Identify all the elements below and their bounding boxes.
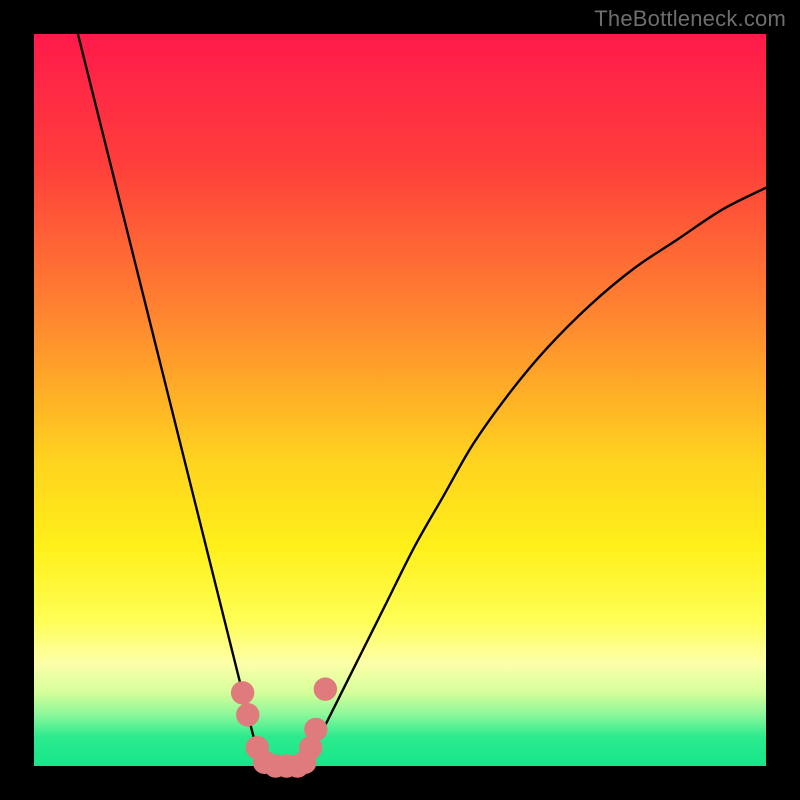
marker-group (231, 677, 337, 777)
left-curve (78, 34, 268, 766)
chart-svg (34, 34, 766, 766)
watermark-text: TheBottleneck.com (594, 6, 786, 32)
marker-dot (236, 703, 259, 726)
chart-frame: TheBottleneck.com (0, 0, 800, 800)
right-curve (305, 188, 766, 766)
marker-dot (314, 677, 337, 700)
marker-dot (304, 718, 327, 741)
marker-dot (231, 681, 254, 704)
